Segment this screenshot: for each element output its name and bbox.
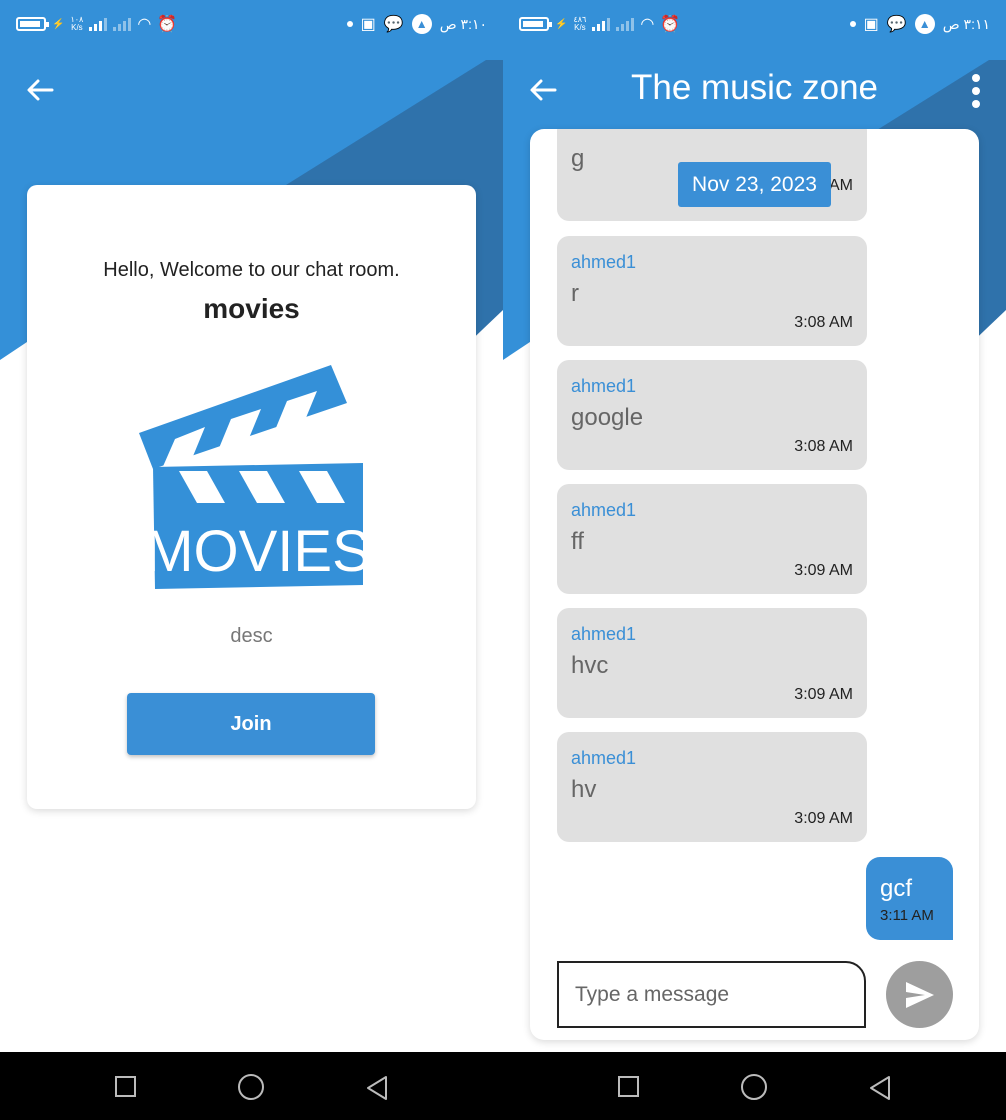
status-bar: ⚡ ١٠٨ K/s ◠ ⏰ ▣ 💬 ▲ ٣:١٠ ص	[0, 0, 503, 50]
message-text: r	[571, 280, 579, 307]
notification-dot-icon	[346, 21, 353, 27]
message-bubble: ahmed1 google 3:08 AM	[557, 360, 867, 470]
chat-panel: g AM Nov 23, 2023 ahmed1 r 3:08 AM ahmed…	[530, 129, 979, 1040]
message-author: ahmed1	[571, 624, 637, 644]
message-time: 3:09 AM	[794, 810, 853, 827]
signal-icon-2	[113, 17, 132, 31]
message-bubble: ahmed1 hvc 3:09 AM	[557, 608, 867, 718]
app-notification-icon: ▣	[360, 16, 376, 33]
room-description: desc	[230, 625, 273, 647]
svg-text:MOVIES: MOVIES	[145, 519, 365, 584]
wifi-icon: ◠	[640, 16, 655, 33]
message-time: 3:08 AM	[794, 314, 853, 331]
wifi-icon: ◠	[137, 16, 152, 33]
message-text: hv	[571, 776, 597, 803]
charging-icon: ⚡	[52, 18, 65, 30]
signal-icon	[89, 17, 108, 31]
signal-icon-2	[616, 17, 635, 31]
message-author: ahmed1	[571, 252, 637, 272]
battery-icon	[16, 17, 49, 31]
chat-notification-icon: 💬	[383, 16, 404, 33]
send-button[interactable]	[886, 961, 953, 1028]
message-time: 3:09 AM	[794, 686, 853, 703]
my-message-bubble: gcf 3:11 AM	[866, 857, 953, 940]
status-bar: ⚡ ٤٨٦ K/s ◠ ⏰ ▣ 💬 ▲ ٣:١١ ص	[503, 0, 1006, 50]
join-room-screen: ⚡ ١٠٨ K/s ◠ ⏰ ▣ 💬 ▲ ٣:١٠ ص Hello, Welcom…	[0, 0, 503, 1120]
date-separator: Nov 23, 2023	[678, 162, 831, 207]
message-time: 3:11 AM	[880, 907, 934, 924]
message-text: google	[571, 404, 644, 431]
movies-clapperboard-image: MOVIES	[139, 365, 365, 589]
message-time: 3:09 AM	[794, 562, 853, 579]
message-text: ff	[571, 528, 584, 555]
system-navigation-bar	[503, 1052, 1006, 1120]
message-bubble: ahmed1 ff 3:09 AM	[557, 484, 867, 594]
message-author: ahmed1	[571, 500, 637, 520]
message-text: gcf	[880, 875, 913, 902]
message-author: ahmed1	[571, 376, 637, 396]
message-bubble: ahmed1 r 3:08 AM	[557, 236, 867, 346]
notification-dot-icon	[849, 21, 856, 27]
clock: ٣:١٠ ص	[439, 15, 487, 32]
home-icon[interactable]	[741, 1074, 767, 1100]
charging-icon: ⚡	[555, 18, 568, 30]
recent-apps-icon[interactable]	[115, 1076, 136, 1097]
room-name: movies	[203, 293, 300, 324]
chat-notification-icon: 💬	[886, 16, 907, 33]
join-button[interactable]: Join	[127, 693, 375, 755]
send-icon	[905, 981, 934, 1008]
home-icon[interactable]	[238, 1074, 264, 1100]
welcome-text: Hello, Welcome to our chat room.	[103, 259, 400, 281]
network-speed: ١٠٨ K/s	[70, 15, 84, 32]
alarm-icon: ⏰	[660, 16, 681, 33]
app-notification-icon: ▣	[863, 16, 879, 33]
message-author: ahmed1	[571, 748, 637, 768]
more-options-icon[interactable]	[970, 74, 982, 108]
app-logo-icon: ▲	[411, 14, 432, 34]
alarm-icon: ⏰	[157, 16, 178, 33]
recent-apps-icon[interactable]	[618, 1076, 639, 1097]
chat-room-screen: ⚡ ٤٨٦ K/s ◠ ⏰ ▣ 💬 ▲ ٣:١١ ص The music zon…	[503, 0, 1006, 1052]
back-nav-icon[interactable]	[364, 1074, 390, 1102]
message-text: g	[571, 145, 585, 172]
message-text: hvc	[571, 652, 609, 679]
battery-icon	[519, 17, 552, 31]
message-time: 3:08 AM	[794, 438, 853, 455]
app-logo-icon: ▲	[914, 14, 935, 34]
back-arrow-icon[interactable]	[24, 74, 56, 106]
clock: ٣:١١ ص	[942, 15, 990, 32]
room-card: Hello, Welcome to our chat room. movies …	[27, 185, 476, 809]
signal-icon	[592, 17, 611, 31]
back-nav-icon[interactable]	[867, 1074, 893, 1102]
system-navigation-bar	[0, 1052, 503, 1120]
chat-room-title: The music zone	[630, 68, 879, 107]
message-bubble: ahmed1 hv 3:09 AM	[557, 732, 867, 842]
network-speed: ٤٨٦ K/s	[573, 15, 587, 32]
message-time: AM	[829, 177, 853, 194]
message-input[interactable]	[557, 961, 866, 1028]
